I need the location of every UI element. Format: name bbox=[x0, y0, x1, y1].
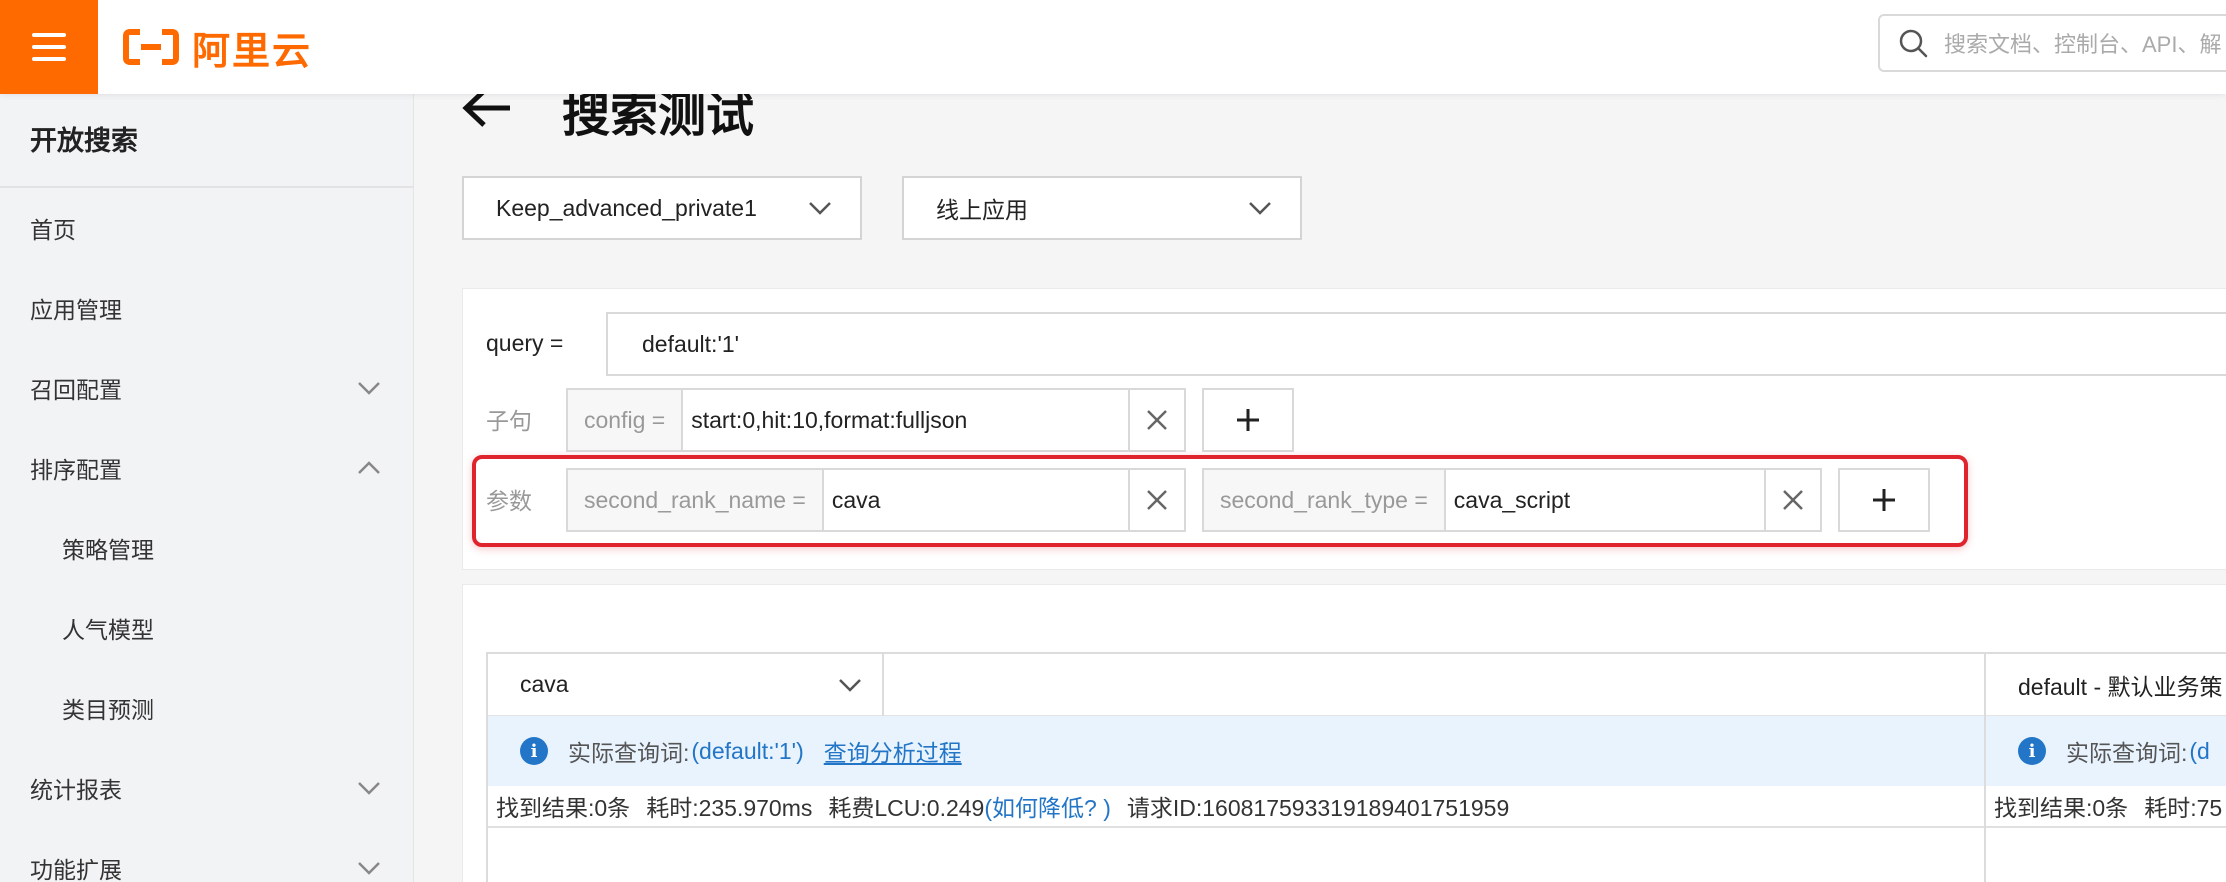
app-select-value: Keep_advanced_private1 bbox=[496, 194, 757, 221]
sidebar-item-label: 应用管理 bbox=[30, 297, 122, 323]
plus-icon bbox=[1237, 409, 1259, 431]
query-label: query = bbox=[486, 330, 564, 356]
clear-param-button[interactable] bbox=[1128, 470, 1184, 530]
param-field-rank-name[interactable]: second_rank_name = cava bbox=[566, 468, 1186, 532]
sidebar-item-label: 类目预测 bbox=[62, 697, 154, 723]
result-count: 找到结果:0条 bbox=[496, 795, 631, 821]
clause-key: config = bbox=[568, 390, 684, 450]
rank-select-value: default - 默认业务策 bbox=[2018, 673, 2223, 700]
app-select[interactable]: Keep_advanced_private1 bbox=[462, 176, 862, 240]
result-time: 耗时:235.970ms bbox=[646, 795, 813, 821]
actual-query-label: 实际查询词: bbox=[2066, 740, 2188, 766]
param-field-rank-type[interactable]: second_rank_type = cava_script bbox=[1202, 468, 1822, 532]
actual-query-label: 实际查询词: bbox=[568, 740, 690, 766]
top-bar: 阿里云 搜索文档、控制台、API、解 bbox=[0, 0, 2226, 94]
sidebar-item-strategy-management[interactable]: 策略管理 bbox=[0, 508, 413, 588]
env-select[interactable]: 线上应用 bbox=[902, 176, 1302, 240]
sidebar-item-label: 功能扩展 bbox=[30, 857, 122, 882]
query-analysis-link[interactable]: 查询分析过程 bbox=[824, 734, 962, 768]
chevron-up-icon bbox=[355, 454, 383, 482]
param-key: second_rank_type = bbox=[1204, 470, 1446, 530]
result-header: cava bbox=[488, 653, 1984, 716]
sidebar-item-recall-config[interactable]: 召回配置 bbox=[0, 348, 413, 428]
result-lcu: 耗费LCU:0.249 bbox=[828, 795, 985, 821]
param-value: cava bbox=[831, 486, 881, 513]
chevron-down-icon bbox=[839, 678, 861, 692]
sidebar-item-label: 统计报表 bbox=[30, 777, 122, 803]
rank-select-value: cava bbox=[520, 671, 569, 697]
request-id: 请求ID:160817593319189401751959 bbox=[1126, 795, 1510, 821]
search-placeholder: 搜索文档、控制台、API、解 bbox=[1944, 32, 2222, 57]
sidebar: 开放搜索 首页 应用管理 召回配置 排序配置 策略管理 人气模型 类目预测 统计… bbox=[0, 94, 414, 882]
query-input[interactable]: default:'1' bbox=[606, 312, 2226, 376]
clear-param-button[interactable] bbox=[1764, 470, 1820, 530]
sidebar-item-rank-config[interactable]: 排序配置 bbox=[0, 428, 413, 508]
back-arrow-icon[interactable] bbox=[462, 88, 512, 133]
clause-value: start:0,hit:10,format:fulljson bbox=[691, 406, 968, 433]
plus-icon bbox=[1873, 489, 1895, 511]
info-icon: i bbox=[520, 737, 548, 765]
clause-config-field[interactable]: config = start:0,hit:10,format:fulljson bbox=[566, 388, 1186, 452]
add-param-button[interactable] bbox=[1838, 468, 1930, 532]
params-label: 参数 bbox=[486, 488, 532, 514]
close-icon bbox=[1783, 490, 1803, 510]
sidebar-item-home[interactable]: 首页 bbox=[0, 188, 413, 268]
add-clause-button[interactable] bbox=[1202, 388, 1294, 452]
query-input-value: default:'1' bbox=[642, 330, 740, 357]
result-stats: 找到结果:0条 耗时:75 bbox=[1986, 786, 2226, 828]
how-to-reduce-link[interactable]: (如何降低? ) bbox=[984, 789, 1111, 823]
global-search-input[interactable]: 搜索文档、控制台、API、解 bbox=[1878, 14, 2226, 72]
result-stats: 找到结果:0条 耗时:235.970ms 耗费LCU:0.249 (如何降低? … bbox=[488, 786, 1984, 828]
sidebar-item-statistics[interactable]: 统计报表 bbox=[0, 748, 413, 828]
clause-label: 子句 bbox=[486, 408, 532, 434]
sidebar-item-category-prediction[interactable]: 类目预测 bbox=[0, 668, 413, 748]
clear-clause-button[interactable] bbox=[1128, 390, 1184, 450]
sidebar-item-label: 人气模型 bbox=[62, 617, 154, 643]
chevron-down-icon bbox=[809, 202, 831, 215]
sidebar-item-label: 策略管理 bbox=[62, 537, 154, 563]
chevron-down-icon bbox=[355, 774, 383, 802]
hamburger-menu-button[interactable] bbox=[0, 0, 98, 94]
result-count: 找到结果:0条 bbox=[1994, 795, 2129, 821]
chevron-down-icon bbox=[355, 374, 383, 402]
result-time: 耗时:75 bbox=[2144, 795, 2223, 821]
query-info-bar: i 实际查询词: (d bbox=[1986, 716, 2226, 786]
info-icon: i bbox=[2018, 737, 2046, 765]
search-icon bbox=[1899, 29, 1928, 58]
sidebar-item-label: 首页 bbox=[30, 217, 76, 243]
hamburger-icon bbox=[32, 33, 66, 61]
actual-query-value: (default:'1') bbox=[691, 737, 804, 764]
result-panel-right: default - 默认业务策 i 实际查询词: (d 找到结果:0条 耗时:7… bbox=[1984, 652, 2226, 882]
rank-select[interactable]: cava bbox=[488, 653, 884, 716]
sidebar-item-popularity-model[interactable]: 人气模型 bbox=[0, 588, 413, 668]
query-info-bar: i 实际查询词: (default:'1') 查询分析过程 bbox=[488, 716, 1984, 786]
sidebar-title: 开放搜索 bbox=[0, 94, 413, 188]
actual-query-value: (d bbox=[2189, 737, 2210, 764]
chevron-down-icon bbox=[355, 854, 383, 882]
sidebar-item-app-management[interactable]: 应用管理 bbox=[0, 268, 413, 348]
aliyun-logo-icon bbox=[123, 29, 179, 65]
param-key: second_rank_name = bbox=[568, 470, 824, 530]
param-value: cava_script bbox=[1453, 486, 1571, 513]
env-select-value: 线上应用 bbox=[936, 197, 1028, 223]
rank-select[interactable]: default - 默认业务策 bbox=[1986, 654, 2226, 716]
sidebar-item-label: 召回配置 bbox=[30, 377, 122, 403]
aliyun-logo[interactable]: 阿里云 bbox=[122, 22, 313, 73]
result-header: default - 默认业务策 bbox=[1986, 654, 2226, 716]
sidebar-item-label: 排序配置 bbox=[30, 457, 122, 483]
chevron-down-icon bbox=[1249, 202, 1271, 215]
close-icon bbox=[1147, 490, 1167, 510]
result-panel-left: cava i 实际查询词: (default:'1') 查询分析过程 找到结果:… bbox=[486, 652, 1986, 882]
logo-text: 阿里云 bbox=[192, 30, 313, 73]
sidebar-item-extensions[interactable]: 功能扩展 bbox=[0, 828, 413, 882]
close-icon bbox=[1147, 410, 1167, 430]
